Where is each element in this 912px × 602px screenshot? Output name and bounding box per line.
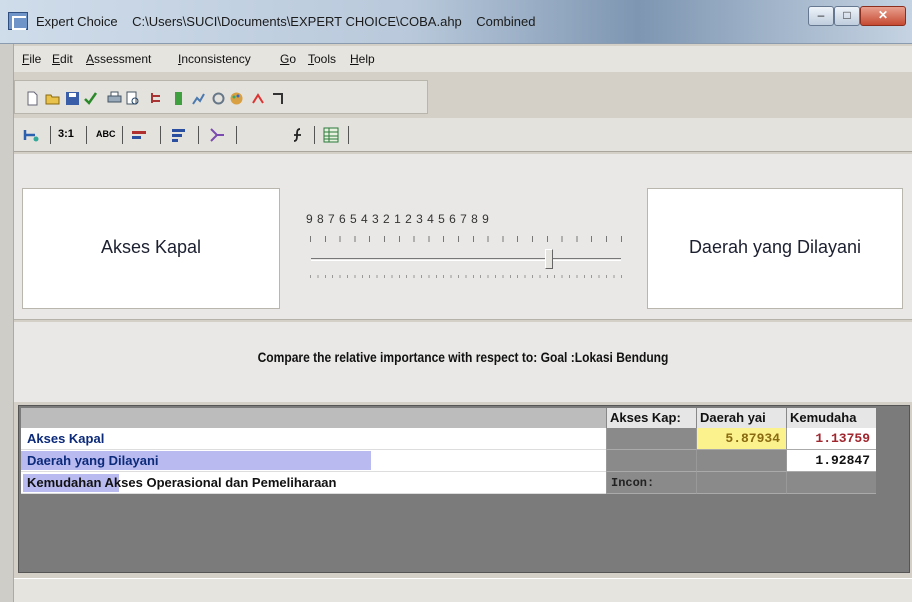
column-header[interactable]: Akses Kap:	[606, 408, 696, 428]
comparison-slider-track[interactable]	[311, 258, 621, 261]
tab-separator	[198, 126, 199, 144]
left-element-box: Akses Kapal	[22, 188, 280, 309]
matrix-row[interactable]: Kemudahan Akses Operasional dan Pemeliha…	[21, 472, 606, 494]
inconsistency-ratio: Incon: 0.08	[606, 472, 696, 512]
menu-inconsistency[interactable]: Inconsistency	[178, 52, 251, 66]
row-label: Kemudahan Akses Operasional dan Pemeliha…	[27, 475, 337, 490]
tab-separator	[160, 126, 161, 144]
matrix-cell[interactable]: 1.92847	[786, 450, 876, 472]
menu-assessment[interactable]: Assessment	[86, 52, 151, 66]
right-element-label: Daerah yang Dilayani	[688, 237, 862, 257]
scale-numbers: 9 8 7 6 5 4 3 2 1 2 3 4 5 6 7 8 9	[306, 212, 490, 226]
matrix-row[interactable]: Daerah yang Dilayani	[21, 450, 606, 472]
row-label: Daerah yang Dilayani	[27, 453, 159, 468]
print-preview-icon[interactable]	[125, 91, 140, 106]
comparison-prompt: Compare the relative importance with res…	[257, 349, 669, 365]
grid-tab-icon[interactable]	[322, 127, 340, 143]
checkmark-icon[interactable]	[83, 91, 98, 106]
matrix-cell-diagonal	[786, 472, 876, 494]
comparison-matrix: Akses Kap: Daerah yai Kemudaha Akses Kap…	[18, 405, 910, 573]
menu-help[interactable]: Help	[350, 52, 375, 66]
tab-separator	[348, 126, 349, 144]
chart-icon[interactable]	[191, 91, 206, 106]
tree-view-icon[interactable]	[149, 91, 164, 106]
file-path: C:\Users\SUCI\Documents\EXPERT CHOICE\CO…	[132, 14, 462, 29]
tab-separator	[236, 126, 237, 144]
function-tab-icon[interactable]	[290, 127, 306, 143]
scale-minor-ticks	[310, 275, 622, 278]
comparison-slider-thumb[interactable]	[545, 249, 553, 269]
matrix-cell-diagonal	[696, 450, 786, 472]
questionnaire-tab-icon[interactable]	[170, 127, 188, 143]
matrix-cell-selected[interactable]: 5.87934	[696, 428, 786, 450]
tab-verbal[interactable]: ABC	[96, 129, 116, 145]
matrix-cell-lower	[606, 450, 696, 472]
save-icon[interactable]	[65, 91, 80, 106]
tab-separator	[50, 126, 51, 144]
status-bar	[14, 578, 912, 602]
formula-tab-icon[interactable]	[208, 127, 226, 143]
tab-separator	[122, 126, 123, 144]
tab-separator	[86, 126, 87, 144]
column-header[interactable]: Kemudaha	[786, 408, 876, 428]
new-file-icon[interactable]	[25, 91, 40, 106]
column-header[interactable]: Daerah yai	[696, 408, 786, 428]
palette-icon[interactable]	[229, 91, 244, 106]
matrix-header-blank	[21, 408, 606, 428]
graphical-tab-icon[interactable]	[130, 127, 150, 143]
app-name: Expert Choice	[36, 14, 118, 29]
toolbar	[14, 80, 428, 114]
menu-file[interactable]: File	[22, 52, 41, 66]
network-icon[interactable]	[211, 91, 226, 106]
scale-ticks	[310, 236, 622, 242]
matrix-empty-area	[21, 498, 909, 570]
window-title: Expert Choice C:\Users\SUCI\Documents\EX…	[36, 14, 536, 29]
expert-choice-app-icon	[8, 12, 28, 30]
view-mode: Combined	[476, 14, 536, 29]
tab-numerical-ratio[interactable]: 3:1	[58, 128, 74, 144]
print-icon[interactable]	[107, 91, 122, 106]
tab-separator	[314, 126, 315, 144]
left-element-label: Akses Kapal	[100, 237, 202, 257]
maximize-button[interactable]: □	[834, 6, 860, 26]
window-left-edge	[0, 44, 14, 602]
green-bar-icon[interactable]	[171, 91, 186, 106]
menu-go[interactable]: Go	[280, 52, 296, 66]
matrix-cell-lower	[696, 472, 786, 494]
right-element-box: Daerah yang Dilayani	[647, 188, 903, 309]
matrix-row[interactable]: Akses Kapal	[21, 428, 606, 450]
menu-tools[interactable]: Tools	[308, 52, 336, 66]
sensitivity-icon[interactable]	[251, 91, 266, 106]
pairwise-comparison-panel: Akses Kapal 9 8 7 6 5 4 3 2 1 2 3 4 5 6 …	[14, 154, 912, 320]
close-button[interactable]: ✕	[860, 6, 906, 26]
title-bar: Expert Choice C:\Users\SUCI\Documents\EX…	[0, 0, 912, 44]
minimize-button[interactable]: –	[808, 6, 834, 26]
comparison-prompt-panel: Compare the relative importance with res…	[14, 322, 912, 402]
matrix-cell-diagonal	[606, 428, 696, 450]
matrix-cell[interactable]: 1.13759	[786, 428, 876, 450]
pointer-icon[interactable]	[271, 91, 286, 106]
menu-edit[interactable]: Edit	[52, 52, 73, 66]
assessment-mode-tabs: 3:1 ABC	[14, 118, 912, 152]
row-label: Akses Kapal	[27, 431, 105, 446]
menu-bar: File Edit Assessment Inconsistency Go To…	[14, 46, 912, 72]
open-folder-icon[interactable]	[45, 91, 60, 106]
tree-tab-icon[interactable]	[22, 127, 40, 143]
